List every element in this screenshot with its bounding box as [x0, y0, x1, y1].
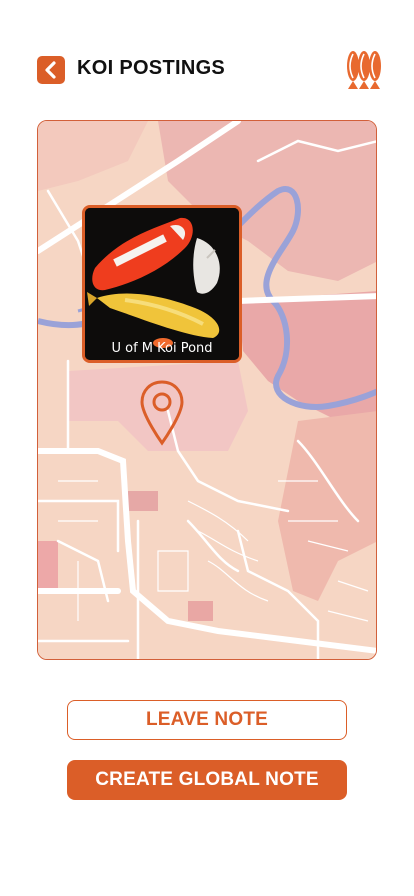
map-background	[38, 121, 376, 659]
koi-pond-photo	[85, 208, 239, 360]
app-header: KOI POSTINGS	[0, 0, 414, 120]
map-view[interactable]: U of M Koi Pond	[37, 120, 377, 660]
map-pin-icon[interactable]	[138, 379, 186, 449]
koi-logo-icon	[347, 51, 381, 89]
create-global-note-button[interactable]: CREATE GLOBAL NOTE	[67, 760, 347, 800]
page-title: KOI POSTINGS	[77, 57, 226, 79]
leave-note-button[interactable]: LEAVE NOTE	[67, 700, 347, 740]
location-preview-card[interactable]: U of M Koi Pond	[82, 205, 242, 363]
chevron-left-icon	[45, 61, 56, 79]
location-label: U of M Koi Pond	[111, 341, 213, 356]
back-button[interactable]	[37, 56, 65, 84]
